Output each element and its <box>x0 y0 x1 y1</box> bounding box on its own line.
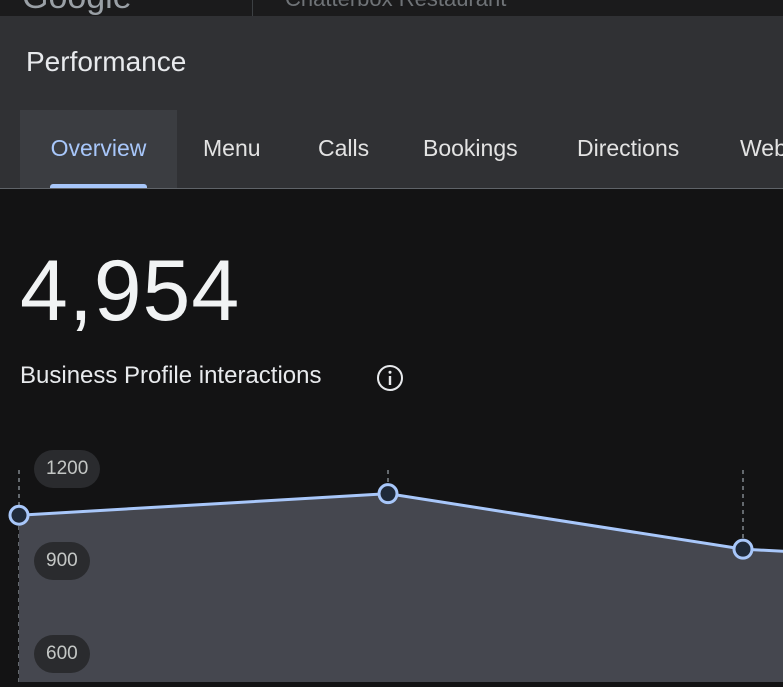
tab-directions[interactable]: Directions <box>577 110 679 188</box>
interactions-label: Business Profile interactions <box>20 362 322 389</box>
tab-label: Overview <box>50 135 147 161</box>
performance-panel: Performance Overview Menu Calls Bookings… <box>0 16 783 188</box>
top-app-bar: Google Chatterbox Restaurant <box>0 0 783 16</box>
info-icon[interactable] <box>376 364 404 392</box>
tab-bookings[interactable]: Bookings <box>423 110 518 188</box>
header-divider <box>252 0 253 16</box>
chart-area <box>19 493 783 682</box>
tab-label: Directions <box>577 135 680 161</box>
page-title: Performance <box>26 46 187 77</box>
tab-label: Calls <box>318 135 370 161</box>
chart-data-point[interactable] <box>377 483 399 505</box>
tab-label: Web <box>740 135 783 161</box>
business-name[interactable]: Chatterbox Restaurant <box>285 0 506 12</box>
tab-label: Menu <box>203 135 261 161</box>
y-tick-label: 900 <box>34 542 90 580</box>
y-tick-label: 1200 <box>34 450 101 488</box>
tab-menu[interactable]: Menu <box>203 110 261 188</box>
y-tick-label: 600 <box>34 635 90 673</box>
google-logo[interactable]: Google <box>22 0 132 16</box>
chart-data-point[interactable] <box>732 538 754 560</box>
tab-bar: Overview Menu Calls Bookings Directions … <box>0 110 783 188</box>
tab-calls[interactable]: Calls <box>318 110 369 188</box>
chart-data-point[interactable] <box>8 504 30 526</box>
tab-website[interactable]: Web <box>740 110 783 188</box>
tab-label: Bookings <box>423 135 518 161</box>
panel-divider <box>0 188 783 189</box>
tab-overview[interactable]: Overview <box>20 110 177 188</box>
interactions-chart: 1200 900 600 <box>0 430 783 682</box>
interactions-total: 4,954 <box>20 243 241 339</box>
chart-canvas <box>8 470 783 682</box>
